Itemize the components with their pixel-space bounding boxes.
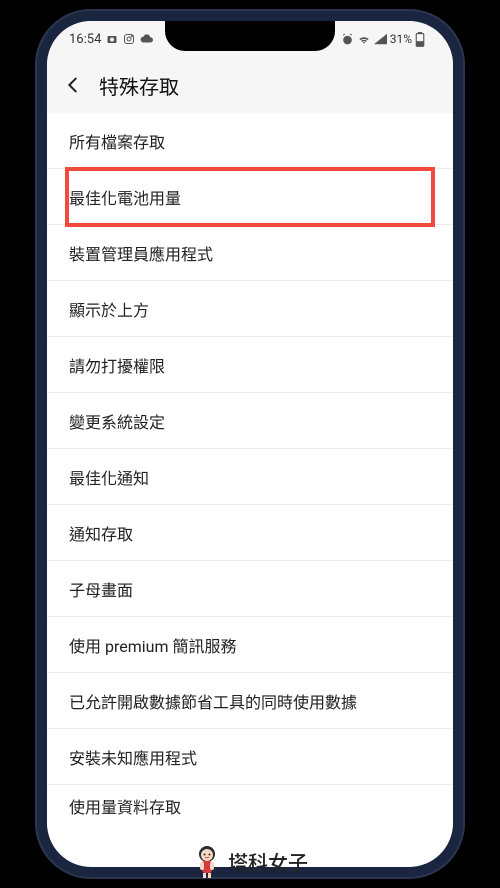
back-button[interactable] — [61, 73, 85, 97]
list-item-label: 裝置管理員應用程式 — [69, 241, 213, 265]
list-item-label: 通知存取 — [69, 521, 133, 545]
battery-percent: 31% — [390, 32, 412, 46]
list-item-install-unknown[interactable]: 安裝未知應用程式 — [47, 729, 453, 785]
watermark-text: 塔科女子 — [228, 847, 308, 876]
list-item-label: 最佳化電池用量 — [69, 185, 181, 209]
status-time: 16:54 — [69, 32, 101, 47]
list-item-label: 使用 premium 簡訊服務 — [69, 633, 236, 657]
watermark-mascot-icon — [192, 844, 222, 878]
list-item-pip[interactable]: 子母畫面 — [47, 561, 453, 617]
notch — [165, 21, 335, 51]
wifi-icon — [357, 33, 371, 45]
list-item-label: 最佳化通知 — [69, 465, 149, 489]
list-item-label: 子母畫面 — [69, 577, 133, 601]
list-item-notification-optimization[interactable]: 最佳化通知 — [47, 449, 453, 505]
phone-frame: 16:54 — [35, 9, 465, 879]
status-left: 16:54 — [69, 32, 154, 47]
list-item-label: 安裝未知應用程式 — [69, 745, 197, 769]
status-right: 31% — [341, 32, 425, 47]
list-item-label: 顯示於上方 — [69, 297, 149, 321]
list-item-all-files-access[interactable]: 所有檔案存取 — [47, 113, 453, 169]
list-item-label: 使用量資料存取 — [69, 794, 181, 818]
list-item-premium-sms[interactable]: 使用 premium 簡訊服務 — [47, 617, 453, 673]
battery-icon — [415, 32, 425, 47]
list-item-usage-data[interactable]: 使用量資料存取 — [47, 785, 453, 827]
instagram-icon — [123, 33, 135, 45]
list-item-battery-optimization[interactable]: 最佳化電池用量 — [47, 169, 453, 225]
header: 特殊存取 — [47, 57, 453, 113]
list-item-notification-access[interactable]: 通知存取 — [47, 505, 453, 561]
alarm-icon — [341, 33, 354, 46]
camera-icon — [106, 33, 118, 45]
list-item-label: 已允許開啟數據節省工具的同時使用數據 — [69, 689, 357, 713]
settings-list: 所有檔案存取 最佳化電池用量 裝置管理員應用程式 顯示於上方 請勿打擾權限 變更… — [47, 113, 453, 827]
signal-icon — [374, 33, 387, 45]
chevron-left-icon — [62, 74, 84, 96]
watermark: 塔科女子 — [192, 844, 308, 878]
list-item-label: 請勿打擾權限 — [69, 353, 165, 377]
cloud-icon — [140, 33, 154, 45]
list-item-label: 所有檔案存取 — [69, 129, 165, 153]
list-item-device-admin[interactable]: 裝置管理員應用程式 — [47, 225, 453, 281]
phone-screen: 16:54 — [47, 21, 453, 867]
list-item-display-over[interactable]: 顯示於上方 — [47, 281, 453, 337]
page-title: 特殊存取 — [99, 71, 179, 100]
list-item-unrestricted-data[interactable]: 已允許開啟數據節省工具的同時使用數據 — [47, 673, 453, 729]
list-item-label: 變更系統設定 — [69, 409, 165, 433]
list-item-modify-system[interactable]: 變更系統設定 — [47, 393, 453, 449]
list-item-dnd-permission[interactable]: 請勿打擾權限 — [47, 337, 453, 393]
